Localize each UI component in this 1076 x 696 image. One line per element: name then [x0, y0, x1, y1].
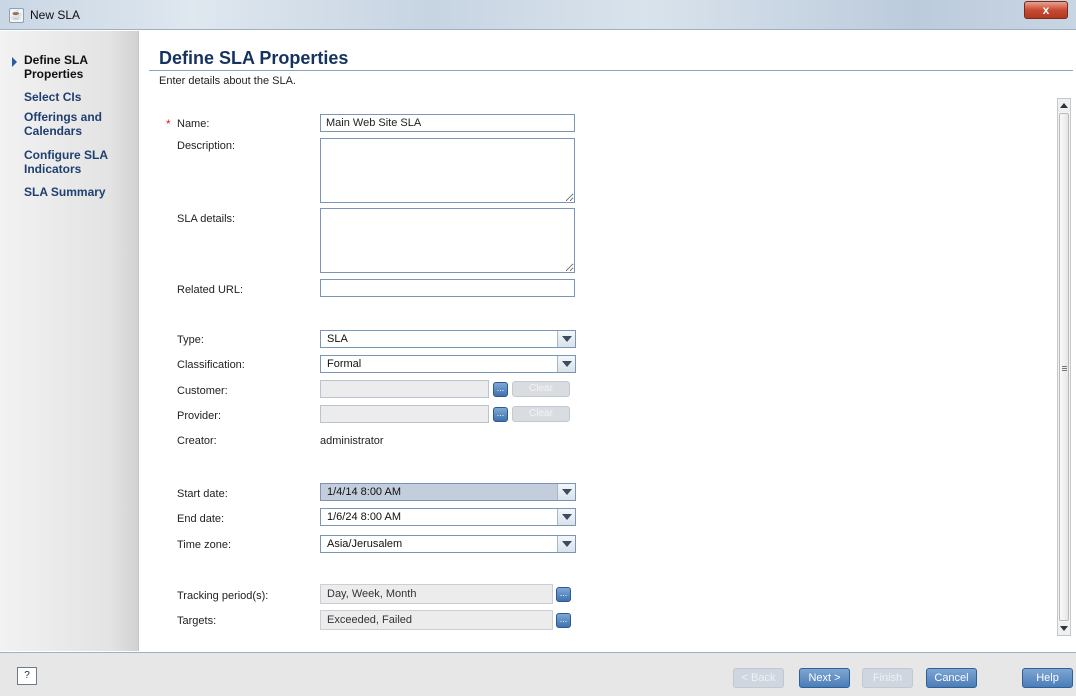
provider-clear-button: Clear [512, 406, 570, 422]
targets-field: Exceeded, Failed [320, 610, 553, 630]
context-help-icon[interactable]: ? [17, 667, 37, 685]
start-date-value: 1/4/14 8:00 AM [327, 486, 401, 498]
scroll-up-arrow-icon[interactable] [1058, 99, 1070, 112]
provider-label: Provider: [177, 410, 222, 422]
grip-icon [1062, 366, 1067, 367]
java-cup-icon: ☕ [9, 8, 24, 23]
title-divider [149, 70, 1073, 71]
targets-label: Targets: [177, 615, 217, 627]
required-indicator: * [166, 117, 171, 131]
step-offerings-and-calendars[interactable]: Offerings and Calendars [24, 110, 124, 138]
page-subtitle: Enter details about the SLA. [159, 75, 296, 87]
wizard-steps-sidebar: Define SLA Properties Select CIs Offerin… [0, 31, 139, 651]
type-label: Type: [177, 334, 204, 346]
name-input[interactable] [320, 114, 575, 132]
tracking-periods-label: Tracking period(s): [177, 590, 269, 602]
scroll-thumb[interactable] [1059, 113, 1069, 621]
end-date-picker[interactable]: 1/6/24 8:00 AM [320, 508, 576, 526]
end-date-label: End date: [177, 513, 225, 525]
customer-input [320, 380, 489, 398]
name-label: Name: [177, 118, 210, 130]
chevron-down-icon[interactable] [557, 356, 575, 372]
page-title: Define SLA Properties [159, 48, 349, 68]
targets-browse-button[interactable]: ... [556, 613, 571, 628]
step-select-cis[interactable]: Select CIs [24, 90, 81, 104]
classification-label: Classification: [177, 359, 245, 371]
provider-browse-button[interactable]: ... [493, 407, 508, 422]
step-sla-summary[interactable]: SLA Summary [24, 185, 106, 199]
current-step-arrow-icon [12, 57, 17, 67]
tracking-periods-field: Day, Week, Month [320, 584, 553, 604]
classification-select[interactable]: Formal [320, 355, 576, 373]
finish-button: Finish [862, 668, 913, 688]
next-button[interactable]: Next > [799, 668, 850, 688]
window-title: New SLA [30, 8, 81, 22]
window-titlebar: ☕ New SLA x [0, 0, 1076, 30]
time-zone-label: Time zone: [177, 539, 232, 551]
step-define-sla-properties[interactable]: Define SLA Properties [24, 53, 114, 81]
end-date-value: 1/6/24 8:00 AM [327, 511, 401, 523]
start-date-label: Start date: [177, 488, 228, 500]
related-url-label: Related URL: [177, 284, 244, 296]
start-date-picker[interactable]: 1/4/14 8:00 AM [320, 483, 576, 501]
tracking-periods-browse-button[interactable]: ... [556, 587, 571, 602]
close-button[interactable]: x [1024, 1, 1068, 19]
wizard-footer: ? < Back Next > Finish Cancel Help [0, 652, 1076, 696]
type-selected-value: SLA [327, 333, 348, 345]
scroll-down-arrow-icon[interactable] [1058, 622, 1070, 635]
chevron-down-icon[interactable] [557, 536, 575, 552]
related-url-input[interactable] [320, 279, 575, 297]
customer-label: Customer: [177, 385, 228, 397]
description-label: Description: [177, 140, 236, 152]
creator-value: administrator [320, 435, 384, 447]
help-button[interactable]: Help [1022, 668, 1073, 688]
classification-selected-value: Formal [327, 358, 362, 370]
back-button: < Back [733, 668, 784, 688]
sla-details-textarea[interactable] [320, 208, 575, 273]
type-select[interactable]: SLA [320, 330, 576, 348]
customer-browse-button[interactable]: ... [493, 382, 508, 397]
close-icon: x [1042, 3, 1050, 17]
description-textarea[interactable] [320, 138, 575, 203]
chevron-down-icon[interactable] [557, 484, 575, 500]
creator-label: Creator: [177, 435, 217, 447]
cancel-button[interactable]: Cancel [926, 668, 977, 688]
step-configure-sla-indicators[interactable]: Configure SLA Indicators [24, 148, 124, 176]
sla-details-label: SLA details: [177, 213, 236, 225]
chevron-down-icon[interactable] [557, 331, 575, 347]
time-zone-select[interactable]: Asia/Jerusalem [320, 535, 576, 553]
time-zone-value: Asia/Jerusalem [327, 538, 403, 550]
customer-clear-button: Clear [512, 381, 570, 397]
vertical-scrollbar[interactable] [1057, 98, 1071, 636]
chevron-down-icon[interactable] [557, 509, 575, 525]
provider-input [320, 405, 489, 423]
